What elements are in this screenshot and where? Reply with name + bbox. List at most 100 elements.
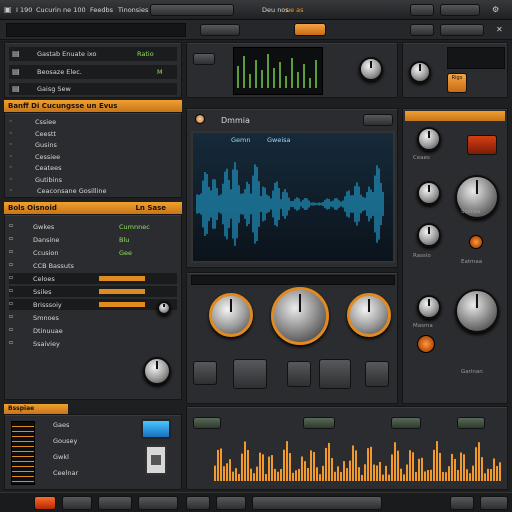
effect-row[interactable]: ▫ Gwkes Cumnnec [9, 221, 177, 232]
browser-item-3[interactable]: ▤ Gaisg Sew [9, 83, 177, 95]
effect-value: Gee [119, 249, 133, 257]
effect-icon: ▫ [9, 261, 14, 268]
effect-label: Dansine [33, 236, 60, 244]
top-dropdown-button[interactable] [150, 4, 234, 16]
menu-item-3[interactable]: Feedbs [90, 6, 113, 14]
knob-left[interactable] [209, 293, 253, 337]
effect-level-bar[interactable] [99, 289, 145, 294]
effects-panel: ▫ Gwkes Cumnnec ▫ Dansine Blu ▫ Ccusion Gee ▫ CCB … [4, 214, 182, 400]
effect-row[interactable]: ▫ Dansine Blu [9, 234, 177, 245]
menu-item-1[interactable]: I 190 [16, 6, 32, 14]
strip-button-3[interactable] [440, 24, 484, 36]
effect-row[interactable]: ▫ Celoes [9, 273, 177, 284]
right-led-2[interactable] [417, 335, 435, 353]
bottom-button-1[interactable] [62, 496, 92, 510]
effect-row[interactable]: ▫ Dtinuuae [9, 325, 177, 336]
knob-center[interactable] [271, 287, 329, 345]
right-knob-5[interactable] [417, 295, 441, 319]
track-icon: ◦ [9, 129, 13, 137]
effect-row[interactable]: ▫ Smnoes [9, 312, 177, 323]
effect-row[interactable]: ▫ Ssiles [9, 286, 177, 297]
top-knob-2[interactable] [409, 61, 431, 83]
effect-icon: ▫ [9, 339, 14, 346]
fader-strip[interactable] [11, 421, 35, 485]
track-icon: ◦ [9, 141, 13, 148]
right-knob-4[interactable] [417, 223, 441, 247]
bottom-button-4[interactable] [186, 496, 210, 510]
track-row[interactable]: ◦ Ceestt [9, 129, 177, 139]
track-label: Cssiee [35, 118, 57, 126]
top-bar: ▣ I 190 Cucurin ne 100 Feedbs Tinonsies … [0, 0, 512, 34]
pad-button-3[interactable] [287, 361, 311, 387]
track-row[interactable]: ◦ Gutibins [9, 175, 177, 185]
bottom-record-button[interactable] [34, 496, 56, 510]
effect-row[interactable]: ▫ Ccusion Gee [9, 247, 177, 258]
strip-orange-button[interactable] [294, 23, 326, 36]
track-row[interactable]: ◦ Gusins [9, 140, 177, 150]
right-knob-2[interactable] [417, 181, 441, 205]
settings-icon[interactable]: ⚙ [492, 6, 499, 14]
wave-panel-title: Dmmia [221, 116, 250, 125]
menu-item-4[interactable]: Tinonsies [118, 6, 148, 14]
pad-button-1[interactable] [193, 361, 217, 385]
top-slot-2[interactable] [440, 4, 480, 16]
spectrum-panel [186, 406, 508, 490]
top-knob-1[interactable] [359, 57, 383, 81]
track-row[interactable]: ◦ Cssiee [9, 117, 177, 127]
effect-row[interactable]: ▫ CCB Bassuts [9, 260, 177, 271]
track-row[interactable]: ◦ Cessiee [9, 152, 177, 162]
strip-button-2[interactable] [410, 24, 434, 36]
spectrum-button-3[interactable] [391, 417, 421, 429]
knob-right[interactable] [347, 293, 391, 337]
bottom-button-8[interactable] [480, 496, 508, 510]
rigs-button[interactable]: Rigs [447, 73, 467, 93]
bottom-button-7[interactable] [450, 496, 474, 510]
effect-row[interactable]: ▫ Ssaiviey [9, 338, 177, 349]
effect-label: Ccusion [33, 249, 59, 257]
bottom-button-3[interactable] [138, 496, 178, 510]
bottom-button-6[interactable] [252, 496, 382, 510]
effect-level-bar[interactable] [99, 276, 145, 281]
spectrum-button-2[interactable] [303, 417, 335, 429]
menu-item-2[interactable]: Cucurin ne 100 [36, 6, 86, 14]
wave-toolbar-button[interactable] [363, 114, 393, 126]
switch-box[interactable] [145, 445, 167, 475]
browser-item-1[interactable]: ▤ Gastab Enuate ixo Ratio [9, 47, 177, 61]
bottom-button-5[interactable] [216, 496, 246, 510]
pad-button-2[interactable] [233, 359, 267, 389]
bottom-button-2[interactable] [98, 496, 132, 510]
effect-icon: ▫ [9, 222, 14, 229]
track-label: Gutibins [35, 175, 62, 184]
right-panel-label: Eatmaa [461, 259, 483, 265]
top-slot-1[interactable] [410, 4, 434, 16]
orange-spectrum [214, 441, 501, 481]
meter-button[interactable] [193, 53, 215, 65]
spectrum-button-4[interactable] [457, 417, 485, 429]
right-knob-6[interactable] [455, 289, 499, 333]
pad-button-4[interactable] [319, 359, 351, 389]
effect-level-bar[interactable] [99, 302, 145, 307]
spectrum-button-1[interactable] [193, 417, 221, 429]
right-knob-1[interactable] [417, 127, 441, 151]
right-led[interactable] [469, 235, 483, 249]
pad-button-5[interactable] [365, 361, 389, 387]
right-button-1[interactable] [467, 135, 497, 155]
effects-knob[interactable] [143, 357, 171, 385]
effect-value: Cumnnec [119, 223, 150, 231]
track-row[interactable]: ◦ Ceatees [9, 163, 177, 173]
window-icon[interactable]: ▣ [4, 6, 12, 14]
effect-row[interactable]: ▫ Brisssoiy [9, 299, 177, 310]
strip-button-1[interactable] [200, 24, 240, 36]
browser-item-2[interactable]: ▤ Beosaze Elec. M [9, 65, 177, 79]
track-row[interactable]: ◦ Ceaconsane Gosilline [9, 186, 177, 196]
file-icon: ▤ [12, 84, 20, 93]
level-meter-display [233, 47, 323, 95]
blue-waveform [196, 162, 384, 246]
spectrum-toolbar [191, 415, 505, 431]
browser-item-label: Gaisg Sew [37, 85, 71, 93]
blue-display[interactable] [141, 419, 171, 439]
effects-knob-small[interactable] [157, 301, 171, 315]
close-icon[interactable]: ✕ [496, 26, 503, 34]
track-icon: ◦ [9, 164, 13, 171]
effect-label: Dtinuuae [33, 327, 63, 335]
